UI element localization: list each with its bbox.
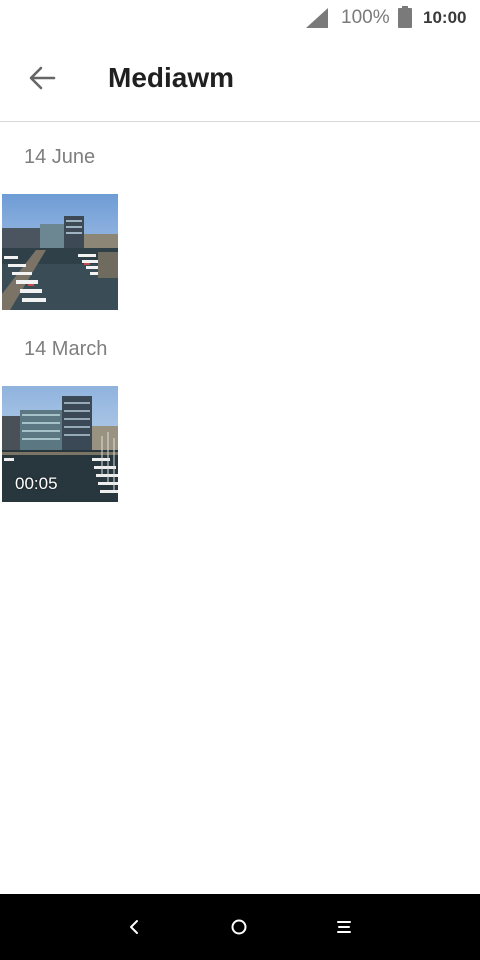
back-button[interactable] [16, 54, 68, 102]
nav-menu-button[interactable] [326, 910, 362, 944]
battery-percent: 100% [341, 7, 390, 28]
nav-home-button[interactable] [221, 910, 257, 944]
photo-thumbnail[interactable] [2, 194, 118, 310]
signal-icon [306, 8, 328, 28]
page-title: Mediawm [108, 62, 235, 93]
arrow-back-icon [29, 66, 56, 90]
gallery-screen: 100% 10:00 Mediawm 14 June 14 March 00:0… [0, 0, 480, 960]
nav-back-button[interactable] [116, 910, 152, 944]
video-duration: 00:05 [15, 474, 58, 493]
video-thumbnail[interactable]: 00:05 [2, 386, 118, 502]
section-date-label: 14 June [24, 146, 96, 168]
menu-nav-icon [337, 921, 351, 933]
toolbar: Mediawm [0, 36, 480, 122]
status-bar: 100% 10:00 [0, 0, 480, 36]
section-date-label: 14 March [24, 338, 108, 360]
clock-time: 10:00 [423, 8, 467, 27]
navigation-bar [0, 894, 480, 960]
home-nav-icon [231, 919, 247, 935]
harbour-photo [2, 194, 118, 310]
battery-icon [398, 6, 412, 28]
back-nav-icon [130, 920, 138, 934]
